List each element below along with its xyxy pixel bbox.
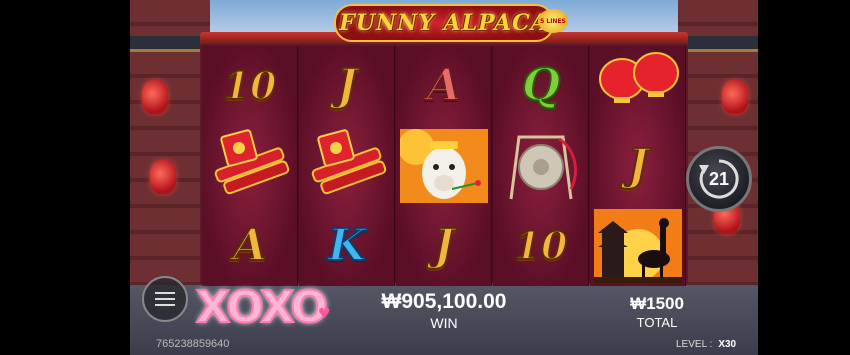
alpaca-icon	[398, 129, 488, 203]
lantern-icon	[150, 160, 176, 194]
account-id: 765238859640	[156, 338, 230, 350]
symbol-jack-label: J	[433, 220, 456, 271]
lantern-icon	[142, 80, 168, 114]
level-indicator: LEVEL : X30	[676, 339, 736, 350]
pagoda-alpaca-icon	[594, 209, 682, 283]
symbol-ace-label: A	[232, 220, 268, 271]
refresh-arrow-icon	[699, 159, 739, 199]
firecrackers-icon	[206, 129, 294, 203]
level-label: LEVEL :	[676, 339, 713, 350]
left-roof	[130, 36, 200, 52]
firecrackers-icon	[303, 129, 391, 203]
xoxo-sticker: XOXO	[195, 281, 329, 334]
reel-grid: 10 A J K A J Q 10 J	[200, 44, 688, 286]
symbol-ten-label: 10	[514, 223, 569, 268]
symbol-king-label: K	[327, 220, 367, 271]
symbol-jack: J	[590, 126, 686, 206]
gong-symbol	[493, 126, 589, 206]
left-letterbox	[0, 0, 130, 355]
win-label: WIN	[430, 315, 458, 331]
symbol-ace: A	[396, 46, 492, 126]
right-roof	[688, 36, 758, 52]
gong-icon	[497, 129, 585, 203]
reel-column: Q 10	[493, 46, 589, 286]
reel-column: J	[590, 46, 686, 286]
lantern-icon	[722, 80, 748, 114]
lanterns-symbol	[590, 46, 686, 126]
menu-button[interactable]	[142, 276, 188, 322]
game-title: FUNNY ALPACA	[339, 10, 549, 36]
symbol-jack: J	[299, 46, 395, 126]
symbol-queen-label: Q	[521, 60, 561, 111]
right-letterbox	[758, 0, 850, 355]
hamburger-line	[155, 292, 175, 294]
symbol-jack-label: J	[627, 140, 650, 191]
heart-icon: ♥	[318, 306, 331, 322]
symbol-ace-label: A	[426, 60, 462, 111]
symbol-king: K	[299, 206, 395, 286]
total-bet-label: TOTAL	[636, 315, 678, 330]
level-value: X30	[718, 339, 737, 350]
win-amount: ₩905,100.00	[381, 290, 507, 313]
total-bet-amount[interactable]: ₩1500	[612, 294, 702, 314]
game-logo: FUNNY ALPACA 5 LINES	[334, 4, 568, 42]
reel-column: AJ	[396, 46, 492, 286]
symbol-queen: Q	[493, 46, 589, 126]
lines-badge: 5 LINES	[538, 9, 568, 33]
symbol-jack-label: J	[336, 60, 359, 111]
spin-button[interactable]: 21	[686, 146, 752, 212]
symbol-ten-label: 10	[223, 63, 278, 108]
symbol-ten: 10	[493, 206, 589, 286]
pagoda-scatter-symbol	[590, 206, 686, 286]
lanterns-icon	[594, 49, 682, 123]
firecrackers-symbol	[202, 126, 298, 206]
alpaca-wild-symbol	[396, 126, 492, 206]
symbol-ace: A	[202, 206, 298, 286]
hamburger-line	[155, 298, 175, 300]
symbol-ten: 10	[202, 46, 298, 126]
reel-column: 10 A	[202, 46, 298, 286]
reel-column: JK	[299, 46, 395, 286]
hamburger-line	[155, 304, 175, 306]
symbol-jack: J	[396, 206, 492, 286]
firecrackers-symbol	[299, 126, 395, 206]
